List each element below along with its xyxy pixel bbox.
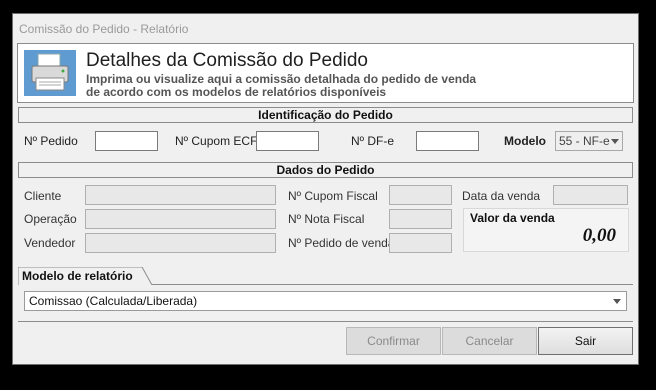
valor-venda-panel: Valor da venda 0,00 xyxy=(463,208,629,252)
pedido-label: Nº Pedido xyxy=(24,134,78,148)
data-venda-label: Data da venda xyxy=(462,189,541,203)
vendedor-field xyxy=(85,233,276,253)
cliente-label: Cliente xyxy=(24,189,62,203)
dialog-window: Comissão do Pedido - Relatório Detalhes … xyxy=(12,13,639,365)
nota-fiscal-label: Nº Nota Fiscal xyxy=(288,212,365,226)
modelo-label: Modelo xyxy=(504,134,546,148)
sair-button[interactable]: Sair xyxy=(538,327,633,355)
header-subtitle: Imprima ou visualize aqui a comissão det… xyxy=(86,73,476,99)
modelo-select[interactable]: 55 - NF-e xyxy=(555,131,623,151)
header-title: Detalhes da Comissão do Pedido xyxy=(86,50,369,71)
modelo-relatorio-select[interactable]: Comissao (Calculada/Liberada) xyxy=(24,291,627,311)
operacao-field xyxy=(85,209,276,229)
chevron-down-icon xyxy=(613,299,621,304)
cupom-fiscal-label: Nº Cupom Fiscal xyxy=(288,189,378,203)
cupom-ecf-label: Nº Cupom ECF xyxy=(175,134,258,148)
pedido-venda-label: Nº Pedido de venda xyxy=(288,236,395,250)
dfe-input[interactable] xyxy=(416,131,479,151)
confirmar-button[interactable]: Confirmar xyxy=(346,327,441,355)
header-panel: Detalhes da Comissão do Pedido Imprima o… xyxy=(17,43,634,103)
dfe-label: Nº DF-e xyxy=(351,134,395,148)
modelo-relatorio-tab: Modelo de relatório xyxy=(22,269,133,283)
header-subtitle-line2: de acordo com os modelos de relatórios d… xyxy=(86,85,387,99)
operacao-label: Operação xyxy=(24,212,77,226)
pedido-input[interactable] xyxy=(95,131,158,151)
chevron-down-icon xyxy=(611,139,619,144)
cupom-ecf-input[interactable] xyxy=(256,131,319,151)
dados-heading: Dados do Pedido xyxy=(18,162,633,178)
nota-fiscal-field xyxy=(389,209,452,229)
pedido-venda-field xyxy=(389,233,452,253)
valor-venda-label: Valor da venda xyxy=(470,211,555,225)
cliente-field xyxy=(85,185,276,205)
identificacao-heading: Identificação do Pedido xyxy=(18,107,633,123)
printer-icon xyxy=(24,50,76,96)
valor-venda-value: 0,00 xyxy=(582,225,616,246)
modelo-relatorio-select-value: Comissao (Calculada/Liberada) xyxy=(29,294,198,308)
vendedor-label: Vendedor xyxy=(24,236,76,250)
modelo-select-value: 55 - NF-e xyxy=(559,134,610,148)
cancelar-button[interactable]: Cancelar xyxy=(442,327,537,355)
data-venda-field xyxy=(553,185,628,205)
cupom-fiscal-field xyxy=(389,185,452,205)
window-title: Comissão do Pedido - Relatório xyxy=(19,22,189,36)
